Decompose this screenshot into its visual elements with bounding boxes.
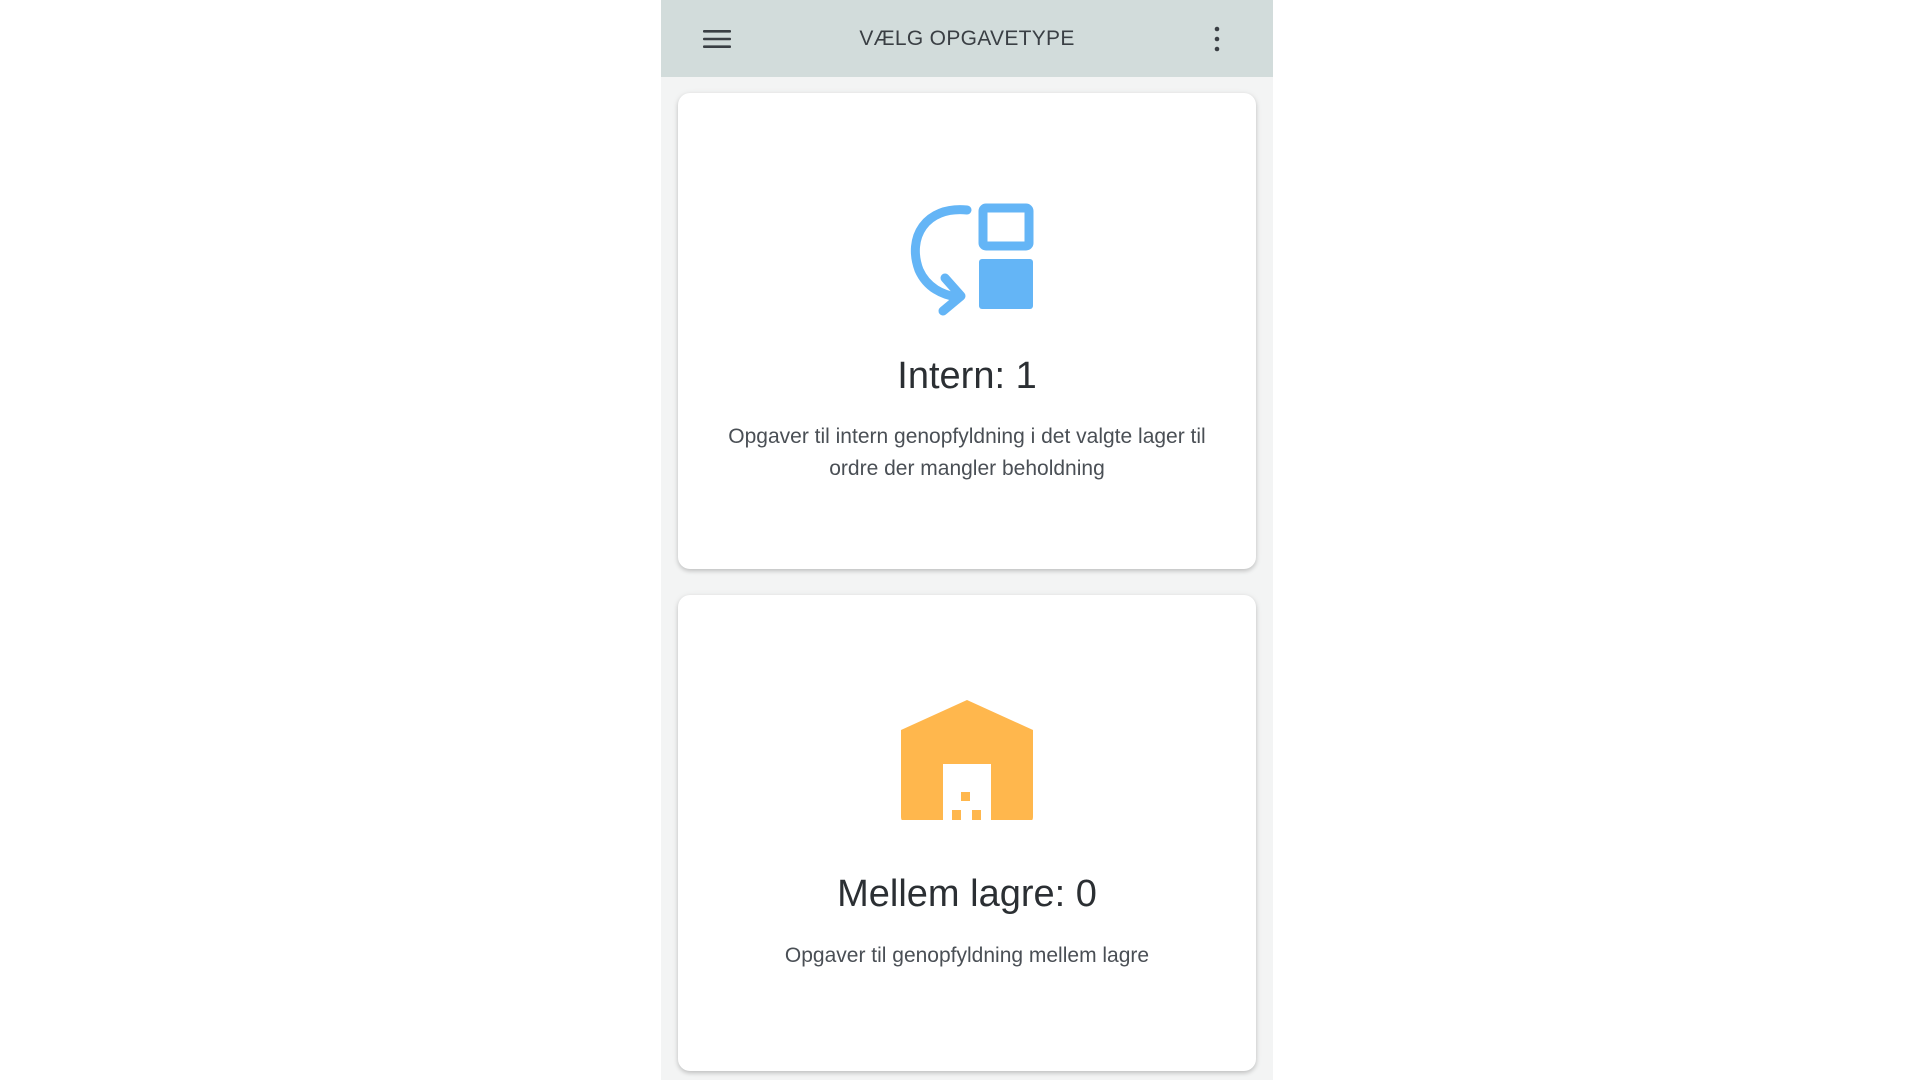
card-description: Opgaver til genopfyldning mellem lagre (784, 944, 1150, 967)
app-screen: VÆLG OPGAVETYPE Intern: 1 Opgaver til in… (661, 0, 1273, 1080)
more-options-button[interactable] (1195, 20, 1239, 58)
card-description: Opgaver til intern genopfyldning i det v… (728, 425, 1206, 480)
page-title: VÆLG OPGAVETYPE (859, 27, 1075, 50)
app-bar: VÆLG OPGAVETYPE (661, 0, 1273, 77)
warehouse-icon (901, 700, 1033, 820)
internal-transfer-icon (910, 203, 1034, 316)
hamburger-menu-icon (703, 30, 731, 48)
card-title: Intern: 1 (897, 355, 1037, 397)
menu-button[interactable] (695, 20, 739, 58)
more-vert-icon (1214, 26, 1220, 52)
task-type-card-between-warehouses[interactable]: Mellem lagre: 0 Opgaver til genopfyldnin… (678, 595, 1256, 1071)
task-type-card-intern[interactable]: Intern: 1 Opgaver til intern genopfyldni… (678, 93, 1256, 569)
card-title: Mellem lagre: 0 (837, 873, 1097, 915)
